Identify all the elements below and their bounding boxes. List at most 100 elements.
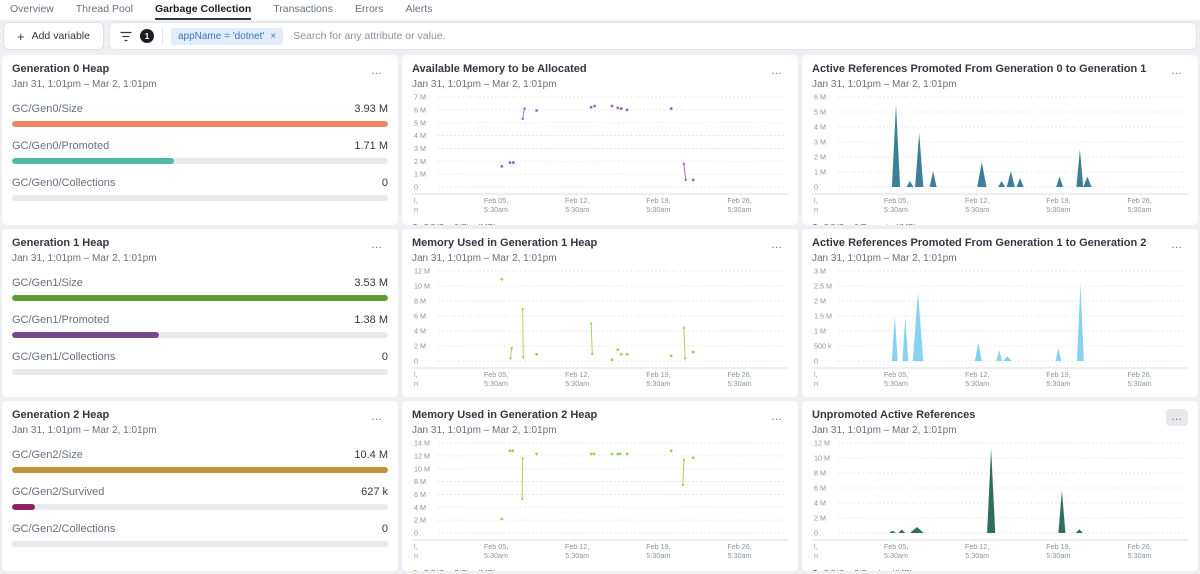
search-input[interactable] (291, 29, 1186, 43)
svg-text:500 k: 500 k (814, 341, 832, 350)
top-tab-bar: Overview Thread Pool Garbage Collection Tra… (0, 0, 1200, 20)
x-axis-labels: Feb 05,5:30amFeb 12,5:30amFeb 19,5:30amF… (814, 542, 1152, 560)
x-axis-labels: Feb 05,5:30amFeb 12,5:30amFeb 19,5:30amF… (414, 542, 752, 560)
panel-subtitle: Jan 31, 1:01pm – Mar 2, 1:01pm (12, 253, 157, 264)
filter-chip-appname[interactable]: appName = 'dotnet' × (171, 28, 283, 45)
svg-text:Feb 12,: Feb 12, (965, 370, 989, 379)
y-gridlines: 12 M10 M8 M6 M4 M2 M0 (814, 438, 1186, 537)
metric-value: 0 (382, 351, 388, 363)
chart-canvas: 3 M2.5 M2 M1.5 M1 M500 k0Feb 05,5:30amFe… (812, 266, 1188, 394)
panel-menu-button[interactable]: … (766, 237, 788, 254)
data-series (500, 449, 694, 520)
svg-text:n: n (414, 551, 418, 560)
svg-text:Feb 19,: Feb 19, (646, 196, 670, 205)
panel-generation-0-heap: Generation 0 HeapJan 31, 1:01pm – Mar 2,… (2, 55, 398, 225)
panel-subtitle: Jan 31, 1:01pm – Mar 2, 1:01pm (412, 425, 597, 436)
svg-text:5:30am: 5:30am (484, 551, 508, 560)
panel-menu-button[interactable]: … (766, 63, 788, 80)
svg-text:3 M: 3 M (814, 137, 826, 146)
metric-bar-fill (12, 158, 174, 164)
metric-bar-track (12, 332, 388, 338)
legend[interactable]: GC/Gen2/Size(MB) (412, 568, 788, 571)
svg-text:2 M: 2 M (814, 296, 826, 305)
svg-text:12 M: 12 M (814, 438, 830, 447)
svg-text:l,: l, (814, 542, 818, 551)
tab-transactions[interactable]: Transactions (273, 0, 333, 20)
svg-text:Feb 26,: Feb 26, (1127, 542, 1151, 551)
metric-label: GC/Gen0/Size (12, 103, 83, 115)
filter-funnel-icon[interactable] (120, 31, 132, 42)
metric-row: GC/Gen1/Collections0 (12, 351, 388, 375)
data-series (500, 104, 694, 181)
panel-generation-2-heap: Generation 2 HeapJan 31, 1:01pm – Mar 2,… (2, 401, 398, 571)
metric-row: GC/Gen0/Collections0 (12, 177, 388, 201)
svg-text:0: 0 (814, 182, 818, 191)
svg-text:Feb 26,: Feb 26, (1127, 196, 1151, 205)
panel-menu-button[interactable]: … (366, 63, 388, 80)
svg-text:5:30am: 5:30am (965, 205, 989, 214)
svg-text:4 M: 4 M (814, 122, 826, 131)
data-series (838, 448, 1186, 533)
legend[interactable]: GC/Gen2/Survived(MB) (812, 568, 1188, 571)
panel-menu-button[interactable]: … (766, 409, 788, 426)
svg-text:6 M: 6 M (814, 483, 826, 492)
svg-text:1.5 M: 1.5 M (814, 311, 832, 320)
metric-bar-track (12, 121, 388, 127)
svg-text:5:30am: 5:30am (728, 551, 752, 560)
metric-bar-fill (12, 332, 159, 338)
tab-alerts[interactable]: Alerts (406, 0, 433, 20)
svg-text:Feb 19,: Feb 19, (646, 542, 670, 551)
legend[interactable]: GC/Gen0/Size(MB) (412, 222, 788, 225)
panel-title: Active References Promoted From Generati… (812, 63, 1146, 77)
svg-text:5:30am: 5:30am (965, 379, 989, 388)
panel-subtitle: Jan 31, 1:01pm – Mar 2, 1:01pm (812, 425, 975, 436)
metric-bar-track (12, 195, 388, 201)
panel-menu-button[interactable]: … (366, 409, 388, 426)
add-variable-button[interactable]: + Add variable (4, 23, 103, 49)
panel-menu-button[interactable]: … (1166, 409, 1188, 426)
tab-errors[interactable]: Errors (355, 0, 384, 20)
x-axis-labels: Feb 05,5:30amFeb 12,5:30amFeb 19,5:30amF… (414, 196, 752, 214)
tab-thread-pool[interactable]: Thread Pool (76, 0, 133, 20)
legend[interactable]: GC/Gen0/Promoted(MB) (812, 222, 1188, 225)
legend[interactable]: GC/Gen1/Promoted(MB) (812, 396, 1188, 397)
svg-text:8 M: 8 M (414, 477, 426, 486)
svg-text:1 M: 1 M (414, 169, 426, 178)
svg-text:l,: l, (414, 196, 418, 205)
panel-menu-button[interactable]: … (366, 237, 388, 254)
chart-canvas: 6 M5 M4 M3 M2 M1 M0Feb 05,5:30amFeb 12,5… (812, 92, 1188, 220)
chip-close-icon[interactable]: × (270, 31, 276, 42)
svg-text:5:30am: 5:30am (1128, 379, 1152, 388)
panel-subtitle: Jan 31, 1:01pm – Mar 2, 1:01pm (812, 79, 1146, 90)
svg-text:Feb 12,: Feb 12, (565, 370, 589, 379)
svg-text:Feb 26,: Feb 26, (727, 196, 751, 205)
svg-text:Feb 26,: Feb 26, (727, 542, 751, 551)
svg-text:5:30am: 5:30am (965, 551, 989, 560)
panel-subtitle: Jan 31, 1:01pm – Mar 2, 1:01pm (812, 253, 1146, 264)
panel-title: Generation 0 Heap (12, 63, 157, 77)
svg-text:5:30am: 5:30am (728, 379, 752, 388)
svg-text:6 M: 6 M (414, 490, 426, 499)
y-gridlines: 6 M5 M4 M3 M2 M1 M0 (814, 92, 1186, 191)
svg-text:4 M: 4 M (414, 131, 426, 140)
metric-bar-track (12, 295, 388, 301)
tab-overview[interactable]: Overview (10, 0, 54, 20)
panel-title: Generation 2 Heap (12, 409, 157, 423)
svg-text:Feb 05,: Feb 05, (884, 196, 908, 205)
svg-text:Feb 05,: Feb 05, (484, 370, 508, 379)
legend-label: GC/Gen0/Promoted(MB) (823, 222, 917, 225)
svg-text:5:30am: 5:30am (646, 551, 670, 560)
panel-gen2-memory-used: Memory Used in Generation 2 HeapJan 31, … (402, 401, 798, 571)
svg-text:l,: l, (814, 196, 818, 205)
panel-subtitle: Jan 31, 1:01pm – Mar 2, 1:01pm (412, 79, 587, 90)
panel-menu-button[interactable]: … (1166, 63, 1188, 80)
panel-menu-button[interactable]: … (1166, 237, 1188, 254)
x-axis-labels: Feb 05,5:30amFeb 12,5:30amFeb 19,5:30amF… (414, 370, 752, 388)
svg-text:5:30am: 5:30am (646, 205, 670, 214)
filter-count-badge[interactable]: 1 (140, 29, 154, 43)
legend[interactable]: GC/Gen1/Size(MB) (412, 396, 788, 397)
svg-text:6 M: 6 M (414, 311, 426, 320)
legend-dot-icon (812, 570, 818, 571)
svg-text:Feb 05,: Feb 05, (484, 196, 508, 205)
tab-garbage-collection[interactable]: Garbage Collection (155, 0, 251, 20)
